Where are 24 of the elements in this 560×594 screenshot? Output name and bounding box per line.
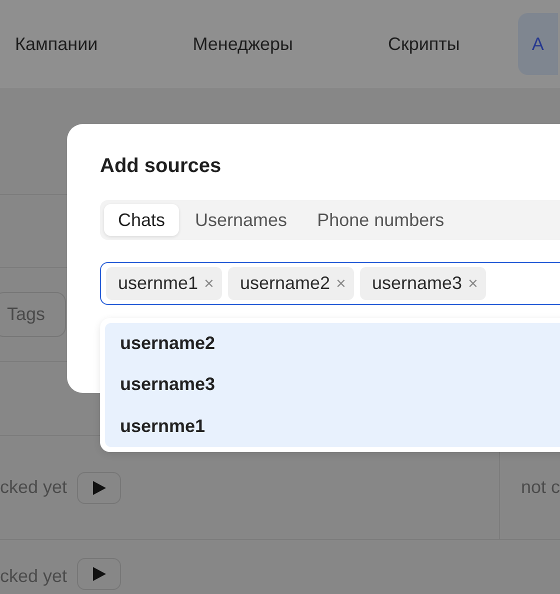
dialog-title: Add sources: [100, 154, 222, 178]
suggestion-item[interactable]: usernme1: [105, 406, 560, 447]
remove-button[interactable]: ×: [334, 270, 348, 296]
remove-button[interactable]: ×: [466, 270, 480, 296]
suggestion-item[interactable]: username2: [105, 323, 560, 364]
play-button[interactable]: [77, 558, 122, 590]
status-text: cked yet: [0, 476, 68, 499]
nav-tab[interactable]: Скрипты: [374, 18, 474, 70]
chip-label: username3: [372, 272, 462, 295]
chip-label: usernme1: [118, 272, 198, 295]
nav-tab[interactable]: Менеджеры: [178, 18, 307, 70]
source-tab[interactable]: Phone numbers: [303, 204, 458, 236]
play-icon: [91, 480, 108, 496]
source-tab[interactable]: Chats: [104, 204, 180, 236]
remove-button[interactable]: ×: [202, 270, 216, 296]
chip-label: username2: [240, 272, 330, 295]
play-button[interactable]: [77, 472, 122, 504]
source-tab[interactable]: Usernames: [181, 204, 302, 236]
suggestion-item[interactable]: username3: [105, 364, 560, 406]
nav-tab[interactable]: А: [518, 13, 558, 75]
play-icon: [91, 566, 108, 582]
tag-input-field[interactable]: usernme1 × username2 × username3 ×: [100, 262, 560, 305]
nav-tab[interactable]: Кампании: [1, 18, 112, 70]
status-text: cked yet: [0, 565, 68, 588]
